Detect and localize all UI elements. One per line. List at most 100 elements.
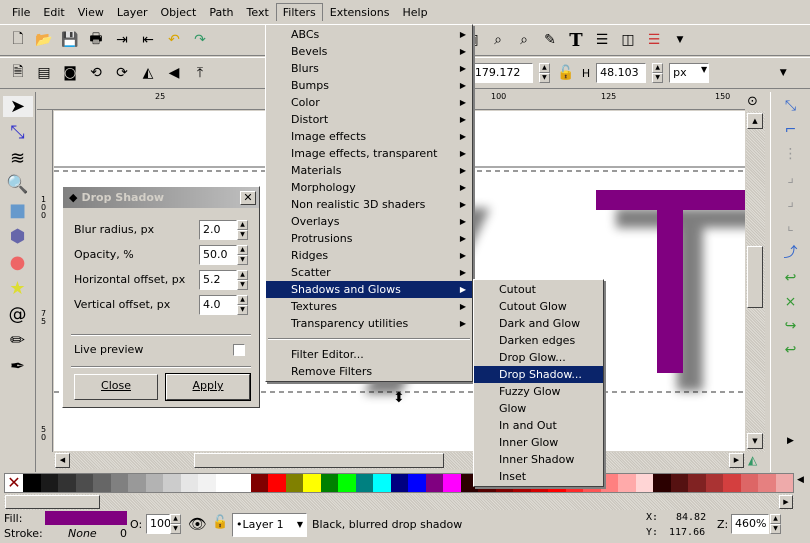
color-swatch[interactable] <box>740 474 758 492</box>
undo-icon[interactable]: ↶ <box>164 30 184 50</box>
color-swatch[interactable] <box>163 474 181 492</box>
menu-edit[interactable]: Edit <box>37 4 70 21</box>
blur-radius-px-input[interactable]: 2.0 <box>199 220 237 240</box>
spinner[interactable]: ▲ ▼ <box>237 245 248 265</box>
spinner[interactable]: ▲ ▼ <box>237 295 248 315</box>
vertical-offset-px-input[interactable]: 4.0 <box>199 295 237 315</box>
color-swatch[interactable] <box>670 474 688 492</box>
more-icon[interactable]: ▼ <box>670 30 690 50</box>
more-icon[interactable]: ▶ <box>787 436 794 446</box>
menu-item-filter-editor[interactable]: Filter Editor... <box>266 346 472 363</box>
rotate-ccw-icon[interactable]: ⟲ <box>86 63 106 83</box>
opacity-field[interactable]: 100 <box>146 514 171 534</box>
color-swatch[interactable] <box>618 474 636 492</box>
vertical-scroll-thumb[interactable] <box>747 246 763 308</box>
lock-icon[interactable]: 🔓 <box>212 515 228 530</box>
snap-bbox-corner-icon[interactable]: ⌟ <box>787 170 794 186</box>
menu-item-image-effects[interactable]: Image effects ▶ <box>266 128 472 145</box>
menu-item-inner-glow[interactable]: Inner Glow <box>474 434 603 451</box>
menu-item-drop-shadow[interactable]: Drop Shadow... <box>474 366 603 383</box>
text-font-icon[interactable]: T <box>566 30 586 51</box>
color-swatch[interactable] <box>635 474 653 492</box>
scroll-down-button[interactable]: ▼ <box>747 433 763 449</box>
unit-select[interactable]: px ▼ <box>669 63 710 83</box>
flip-vertical-icon[interactable]: ◀ <box>164 63 184 83</box>
color-swatch[interactable] <box>443 474 461 492</box>
menu-item-protrusions[interactable]: Protrusions ▶ <box>266 230 472 247</box>
color-swatch[interactable] <box>128 474 146 492</box>
menu-item-cutout[interactable]: Cutout <box>474 281 603 298</box>
select-all-layers-icon[interactable]: ▤ <box>34 63 54 83</box>
color-swatch[interactable] <box>425 474 443 492</box>
menu-item-materials[interactable]: Materials ▶ <box>266 162 472 179</box>
spinner[interactable]: ▲ ▼ <box>237 270 248 290</box>
palette-scrollbar[interactable]: ▶ <box>4 494 794 510</box>
color-swatch[interactable] <box>355 474 373 492</box>
no-paint-swatch[interactable]: ✕ <box>5 474 23 492</box>
redo-icon[interactable]: ↷ <box>190 30 210 50</box>
color-swatch[interactable] <box>758 474 776 492</box>
color-swatch[interactable] <box>93 474 111 492</box>
color-swatch[interactable] <box>110 474 128 492</box>
lock-icon[interactable]: 🔓 <box>556 63 576 83</box>
zoom-tool-icon[interactable]: 🔍 <box>6 174 28 195</box>
new-icon[interactable]: 🗋 <box>8 30 28 50</box>
ellipse-tool-icon[interactable]: ● <box>10 252 26 273</box>
import-icon[interactable]: ⇥ <box>112 30 132 50</box>
scroll-right-button[interactable]: ▶ <box>729 453 744 468</box>
menu-extensions[interactable]: Extensions <box>324 4 396 21</box>
zoom-selection-icon[interactable]: ⌕ <box>488 30 508 50</box>
snap-bbox-edge-icon[interactable]: ⋮ <box>784 146 798 162</box>
color-swatch[interactable] <box>688 474 706 492</box>
live-preview-checkbox[interactable] <box>233 344 245 356</box>
scroll-right-button[interactable]: ▶ <box>779 495 793 509</box>
snap-paths-icon[interactable]: ↩ <box>785 270 797 286</box>
snap-midpoints-icon[interactable]: ↩ <box>785 342 797 358</box>
more-icon[interactable]: ▼ <box>773 63 793 83</box>
color-swatch[interactable] <box>723 474 741 492</box>
scale-handle-icon[interactable]: ⬍ <box>393 390 405 406</box>
color-swatch[interactable] <box>250 474 268 492</box>
zoom-field[interactable]: 460% <box>731 514 769 534</box>
color-swatch[interactable] <box>233 474 251 492</box>
menu-item-transparency-utilities[interactable]: Transparency utilities ▶ <box>266 315 472 332</box>
pen-tool-icon[interactable]: ✒ <box>10 356 25 377</box>
color-swatch[interactable] <box>198 474 216 492</box>
align-icon[interactable]: ☰ <box>644 30 664 50</box>
snap-toggle-icon[interactable]: ⤡ <box>785 98 796 114</box>
spinner[interactable]: ▲ ▼ <box>237 220 248 240</box>
menu-item-non-realistic-3d-shaders[interactable]: Non realistic 3D shaders ▶ <box>266 196 472 213</box>
export-icon[interactable]: ⇤ <box>138 30 158 50</box>
apply-button[interactable]: Apply <box>165 373 251 401</box>
horizontal-scroll-thumb[interactable] <box>194 453 444 468</box>
menu-filters[interactable]: Filters <box>275 3 323 21</box>
color-swatch[interactable] <box>285 474 303 492</box>
color-swatch[interactable] <box>180 474 198 492</box>
color-swatch[interactable] <box>653 474 671 492</box>
select-all-icon[interactable]: 🗎 <box>8 63 28 83</box>
color-swatch[interactable] <box>145 474 163 492</box>
menu-item-bevels[interactable]: Bevels ▶ <box>266 43 472 60</box>
horizontal-scrollbar[interactable]: ◀ ▶ <box>54 452 745 469</box>
menu-item-inner-shadow[interactable]: Inner Shadow <box>474 451 603 468</box>
menu-item-scatter[interactable]: Scatter ▶ <box>266 264 472 281</box>
snap-bbox-center-icon[interactable]: ⌞ <box>787 218 794 234</box>
color-swatch[interactable] <box>408 474 426 492</box>
save-icon[interactable]: 💾 <box>60 30 80 50</box>
star-tool-icon[interactable]: ★ <box>9 278 25 299</box>
menu-item-darken-edges[interactable]: Darken edges <box>474 332 603 349</box>
menu-item-cutout-glow[interactable]: Cutout Glow <box>474 298 603 315</box>
menu-item-ridges[interactable]: Ridges ▶ <box>266 247 472 264</box>
menu-item-color[interactable]: Color ▶ <box>266 94 472 111</box>
color-swatch[interactable] <box>40 474 58 492</box>
xml-editor-icon[interactable]: ◫ <box>618 30 638 50</box>
dialog-title-bar[interactable]: ◆ Drop Shadow ✕ <box>63 187 259 208</box>
menu-item-glow[interactable]: Glow <box>474 400 603 417</box>
pencil-tool-icon[interactable]: ✏ <box>10 330 25 351</box>
raise-to-top-icon[interactable]: ⤒ <box>190 63 210 83</box>
width-field[interactable]: 179.172 <box>470 63 533 83</box>
palette-scroll-thumb[interactable] <box>5 495 100 509</box>
menu-layer[interactable]: Layer <box>111 4 154 21</box>
rectangle-tool-icon[interactable]: ■ <box>9 200 26 221</box>
color-swatch[interactable] <box>23 474 41 492</box>
